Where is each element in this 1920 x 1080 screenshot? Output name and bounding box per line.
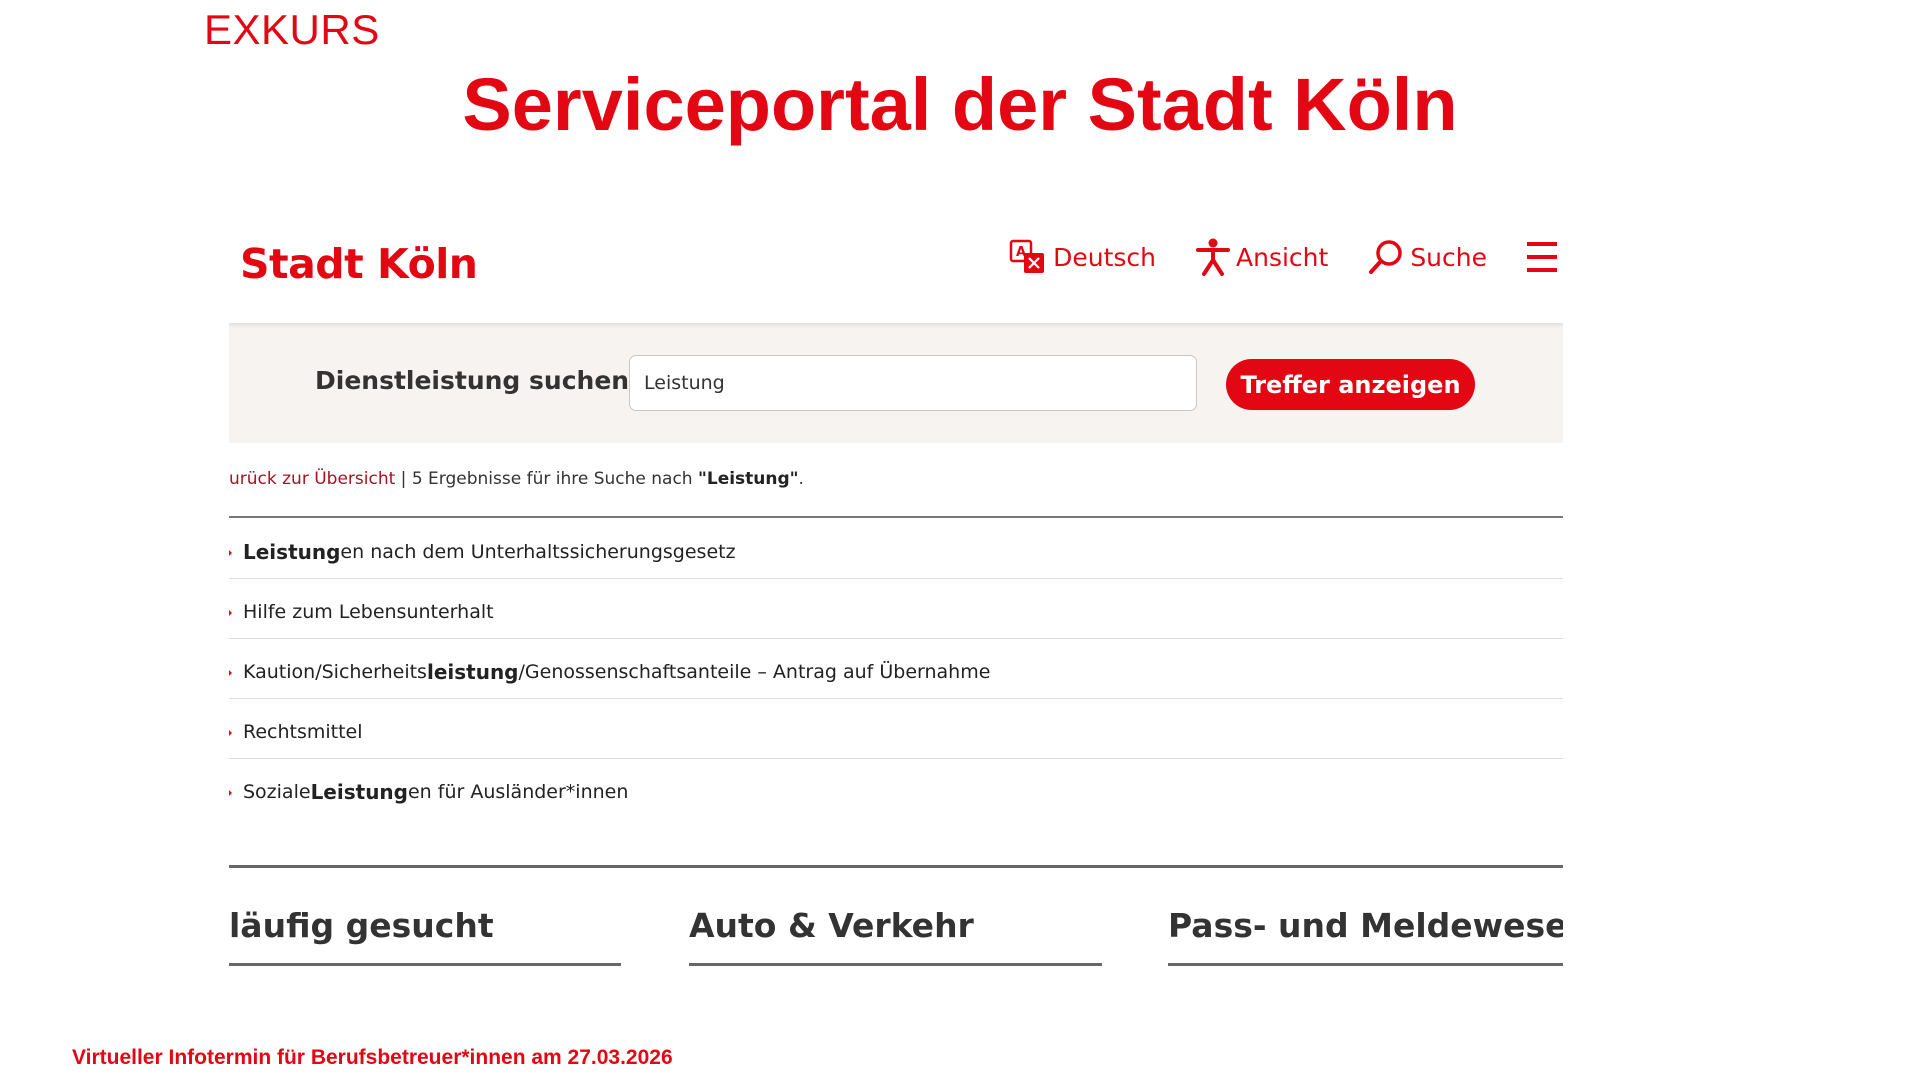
result-count-text: 5 Ergebnisse für ihre Suche nach [411,469,698,489]
category-auto-traffic[interactable]: Auto & Verkehr [689,906,1102,966]
divider-top [229,516,1563,518]
result-text-highlight: leistung [426,659,519,684]
menu-icon [1527,242,1557,272]
accessibility-icon [1196,238,1230,276]
menu-button[interactable] [1527,239,1563,275]
result-item[interactable]: Rechtsmittel [229,699,1563,759]
result-info-end: . [798,469,804,489]
category-frequently-searched[interactable]: läufig gesucht [229,906,621,966]
result-item[interactable]: Kaution/Sicherheits leistung/Genossenscha… [229,639,1563,699]
result-text-post: en für Ausländer*innen [407,781,629,803]
portal-screenshot: Stadt Köln A Deutsch Ansicht Suche Diens… [229,223,1563,980]
search-label: Dienstleistung suchen: [315,366,640,395]
bullet-icon [229,790,232,796]
search-band: Dienstleistung suchen: Treffer anzeigen [229,323,1563,443]
result-text-pre: Kaution/Sicherheits [243,660,427,683]
result-text-post: /Genossenschaftsanteile – Antrag auf Übe… [518,660,991,683]
bullet-icon [229,610,232,616]
site-header: Stadt Köln A Deutsch Ansicht Suche [229,223,1563,323]
slide-title: Serviceportal der Stadt Köln [462,63,1458,146]
result-text-pre: Rechtsmittel [243,720,363,743]
result-text-post: en nach dem Unterhaltssicherungsgesetz [340,540,736,563]
result-info-separator: | [395,469,412,489]
result-item[interactable]: Leistung en nach dem Unterhaltssicherungs… [229,519,1563,579]
search-nav-button[interactable]: Suche [1368,239,1487,275]
result-query: "Leistung" [698,469,799,489]
search-input[interactable] [629,355,1197,411]
translate-icon: A [1009,239,1045,273]
category-passport-registration[interactable]: Pass- und Meldewesen [1168,906,1563,966]
language-label: Deutsch [1053,242,1156,272]
result-info: urück zur Übersicht | 5 Ergebnisse für i… [229,469,804,489]
result-item[interactable]: Soziale Leistung en für Ausländer*innen [229,759,1563,819]
result-list: Leistung en nach dem Unterhaltssicherungs… [229,519,1563,819]
result-text-highlight: Leistung [243,539,341,564]
site-logo[interactable]: Stadt Köln [240,240,478,288]
back-to-overview-link[interactable]: urück zur Übersicht [229,469,395,489]
bullet-icon [229,730,232,736]
bullet-icon [229,550,232,556]
language-button[interactable]: A Deutsch [1009,239,1156,275]
view-label: Ansicht [1236,242,1329,272]
search-icon [1369,240,1403,274]
search-nav-label: Suche [1410,242,1487,272]
slide-footer: Virtueller Infotermin für Berufsbetreuer… [72,1046,673,1069]
divider-bottom [229,865,1563,868]
slide-label: EXKURS [204,6,380,53]
bullet-icon [229,670,232,676]
result-item[interactable]: Hilfe zum Lebensunterhalt [229,579,1563,639]
view-button[interactable]: Ansicht [1196,238,1328,276]
result-text-pre: Soziale [243,781,311,803]
result-text-highlight: Leistung [310,780,408,804]
header-nav: A Deutsch Ansicht Suche [1009,235,1563,279]
show-results-button[interactable]: Treffer anzeigen [1226,359,1475,410]
result-text-pre: Hilfe zum Lebensunterhalt [243,600,494,623]
